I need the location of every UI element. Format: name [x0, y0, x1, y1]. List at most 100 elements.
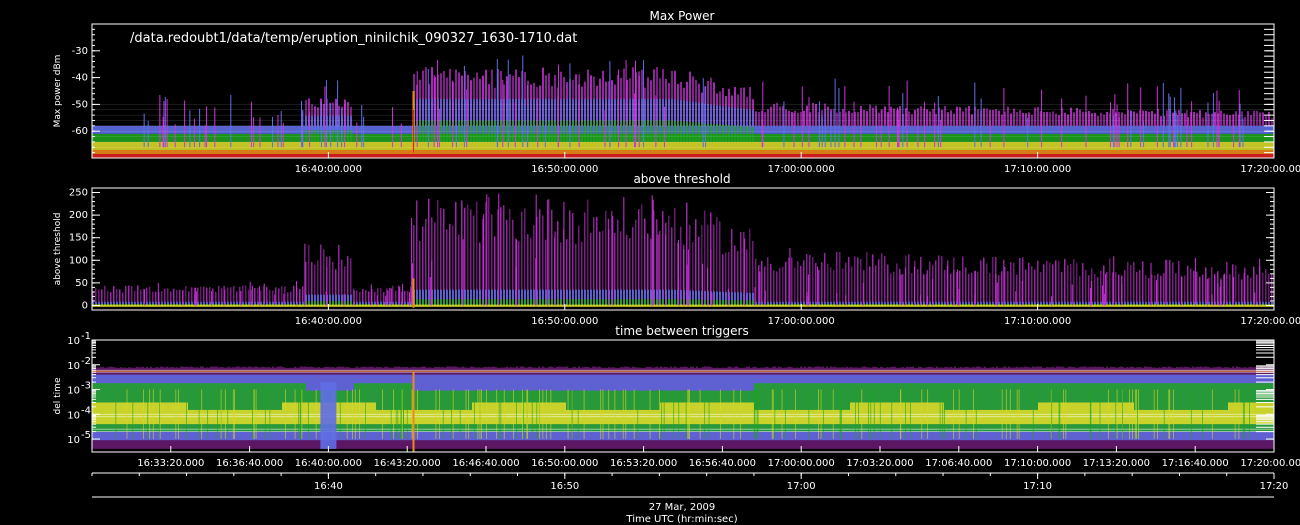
max-power-scatter: [1220, 110, 1222, 126]
del-time-scatter: [102, 402, 104, 425]
max-power-scatter: [911, 114, 913, 126]
secondary-axis-tick-label: 16:40: [314, 481, 343, 492]
del-time-scatter: [1092, 402, 1094, 425]
above-threshold-ytick-label: 50: [75, 278, 88, 289]
above-threshold-scatter: [1145, 275, 1147, 304]
del-time-scatter: [714, 402, 716, 425]
max-power-scatter: [1133, 111, 1135, 126]
max-power-scatter: [995, 109, 997, 126]
above-threshold-scatter: [1250, 277, 1252, 304]
above-threshold-scatter: [887, 264, 889, 304]
del-time-scatter: [834, 383, 836, 432]
del-time-scatter: [286, 402, 288, 425]
above-threshold-scatter: [1265, 269, 1267, 304]
del-time-scatter: [1124, 402, 1126, 425]
del-time-scatter: [1028, 383, 1030, 432]
del-time-scatter: [1258, 402, 1260, 425]
above-threshold-scatter: [824, 252, 826, 304]
del-time-scatter: [702, 402, 704, 425]
del-time-scatter: [1224, 383, 1226, 432]
max-power-scatter: [986, 108, 988, 126]
del-time-scatter: [806, 383, 808, 432]
max-power-scatter: [1019, 110, 1021, 126]
max-power-scatter: [710, 123, 712, 142]
del-time-scatter: [240, 383, 242, 432]
above-threshold-ytick-label: 0: [82, 300, 88, 311]
above-threshold-scatter: [1088, 275, 1090, 304]
del-time-scatter: [530, 402, 532, 425]
del-time-scatter: [128, 402, 130, 425]
del-time-scatter: [172, 402, 174, 425]
del-time-scatter: [1022, 383, 1024, 432]
above-threshold-scatter: [380, 288, 382, 304]
above-threshold-scatter: [239, 286, 241, 304]
above-threshold-scatter: [293, 285, 295, 304]
del-time-scatter: [908, 402, 910, 425]
del-time-scatter: [518, 402, 520, 425]
above-threshold-scatter: [875, 265, 877, 304]
del-time-xtick-label: 17:10:00.000: [1004, 458, 1071, 469]
del-time-scatter: [676, 402, 678, 425]
del-time-scatter: [1150, 383, 1152, 432]
del-time-scatter: [362, 402, 364, 425]
above-threshold-scatter: [641, 204, 643, 304]
above-threshold-scatter: [299, 289, 301, 304]
above-threshold-scatter: [917, 269, 919, 304]
del-time-scatter: [922, 402, 924, 425]
above-threshold-scatter: [1055, 260, 1057, 304]
footer-axis-title: Time UTC (hr:min:sec): [625, 514, 737, 525]
del-time-scatter: [1256, 402, 1258, 425]
max-power-scatter: [878, 112, 880, 126]
del-time-xtick-label: 16:46:40.000: [452, 458, 519, 469]
del-time-scatter: [984, 383, 986, 432]
max-power-data: [92, 55, 1274, 158]
max-power-scatter: [908, 111, 910, 126]
del-time-scatter: [970, 383, 972, 432]
del-time-scatter: [492, 402, 494, 425]
del-time-scatter: [998, 383, 1000, 432]
del-time-scatter: [408, 383, 410, 432]
max-power-scatter: [728, 124, 730, 142]
del-time-scatter: [244, 383, 246, 432]
del-time-scatter: [974, 383, 976, 432]
chart-figure: Max Power -30-40-50-6016:40:00.000 16:50:…: [53, 9, 1300, 525]
max-power-scatter: [962, 111, 964, 126]
above-threshold-scatter: [1034, 269, 1036, 304]
del-time-scatter: [208, 383, 210, 432]
del-time-scatter: [752, 402, 754, 425]
max-power-scatter: [317, 130, 319, 142]
del-time-scatter: [804, 383, 806, 432]
del-time-scatter: [104, 402, 106, 425]
above-threshold-scatter: [476, 201, 478, 304]
del-time-scatter: [662, 402, 664, 425]
above-threshold-scatter: [1238, 273, 1240, 304]
del-time-scatter: [222, 383, 224, 432]
max-power-scatter: [791, 112, 793, 126]
max-power-scatter: [752, 126, 754, 142]
above-threshold-scatter: [812, 257, 814, 304]
max-power-scatter: [743, 126, 745, 142]
above-threshold-scatter: [185, 285, 187, 304]
above-threshold-scatter: [1247, 275, 1249, 304]
del-time-scatter: [552, 402, 554, 425]
above-threshold-scatter: [167, 288, 169, 304]
del-time-scatter: [150, 402, 152, 425]
above-threshold-scatter: [170, 291, 172, 304]
max-power-scatter: [959, 107, 961, 126]
del-time-scatter: [556, 402, 558, 425]
del-time-scatter: [338, 402, 340, 425]
del-time-scatter: [258, 383, 260, 432]
above-threshold-scatter: [893, 271, 895, 304]
max-power-scatter: [767, 109, 769, 126]
above-threshold-scatter: [287, 292, 289, 304]
del-time-scatter: [410, 383, 412, 432]
del-time-scatter: [108, 402, 110, 425]
del-time-ytick-exponent: -5: [81, 430, 91, 441]
del-time-scatter: [816, 383, 818, 432]
max-power-scatter: [1253, 110, 1255, 126]
del-time-scatter: [246, 383, 248, 432]
del-time-scatter: [100, 402, 102, 425]
above-threshold-scatter: [461, 200, 463, 304]
above-threshold-scatter: [662, 211, 664, 304]
del-time-xtick-label: 17:03:20.000: [846, 458, 913, 469]
